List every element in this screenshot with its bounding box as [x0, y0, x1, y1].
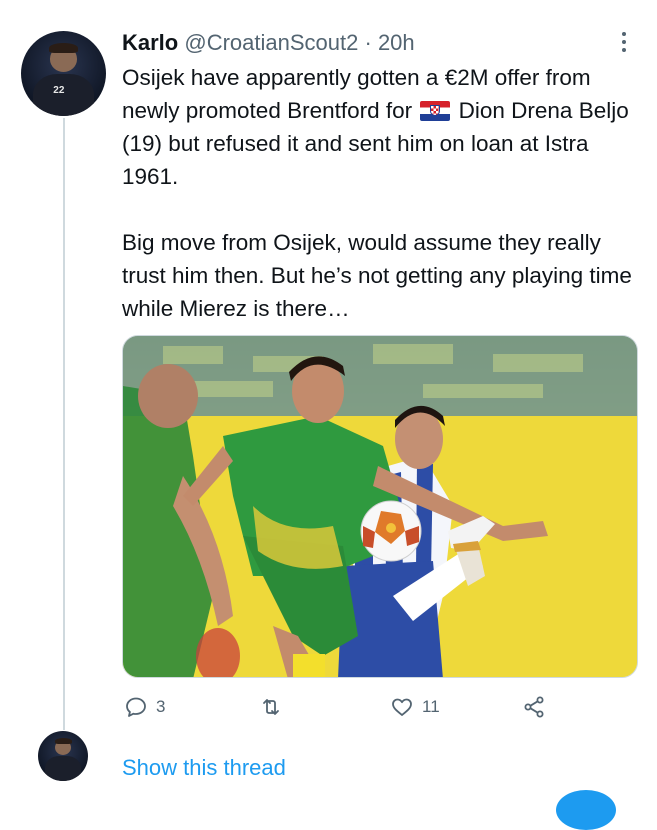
header-separator: · [364, 30, 372, 55]
show-thread-link[interactable]: Show this thread [122, 755, 286, 781]
like-count: 11 [422, 697, 440, 716]
compose-fab[interactable] [556, 790, 616, 830]
author-avatar[interactable]: 22 [21, 31, 106, 116]
more-options-icon[interactable] [614, 30, 634, 54]
tweet-media-photo[interactable] [122, 335, 638, 678]
thread-avatar[interactable] [38, 731, 88, 781]
like-button[interactable]: 11 [390, 695, 440, 719]
share-icon [524, 696, 544, 718]
tweet-timestamp[interactable]: 20h [378, 30, 415, 55]
tweet-paragraph-2: Big move from Osijek, would assume they … [122, 230, 632, 321]
reply-button[interactable]: 3 [124, 695, 165, 719]
tweet-header: Karlo @CroatianScout2 · 20h [122, 30, 415, 56]
retweet-icon [263, 699, 279, 715]
football-match-photo [123, 336, 637, 677]
retweet-button[interactable] [259, 695, 291, 719]
reply-icon [126, 697, 146, 717]
thread-connector-line [63, 118, 65, 730]
reply-count: 3 [156, 697, 166, 716]
share-button[interactable] [522, 695, 546, 719]
author-handle[interactable]: @CroatianScout2 [184, 30, 358, 55]
tweet-actions-bar: 3 11 [0, 695, 657, 725]
tweet-text: Osijek have apparently gotten a €2M offe… [122, 61, 642, 325]
author-name[interactable]: Karlo [122, 30, 178, 55]
croatia-flag-icon [420, 101, 451, 121]
tweet-paragraph-1: Osijek have apparently gotten a €2M offe… [122, 61, 642, 193]
heart-icon [392, 698, 412, 716]
